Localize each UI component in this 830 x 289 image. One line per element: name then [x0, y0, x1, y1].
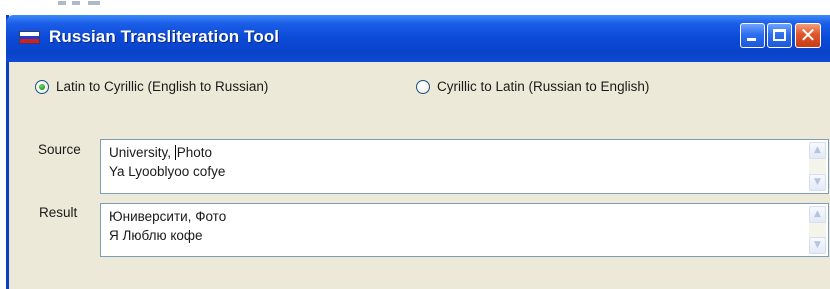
scroll-up-arrow-icon[interactable]: ▲: [809, 142, 826, 159]
result-line-2: Я Люблю кофе: [109, 228, 203, 243]
result-label: Result: [39, 205, 78, 220]
source-line-1: University, Photo: [109, 145, 212, 160]
scroll-up-arrow-icon[interactable]: ▲: [809, 206, 826, 223]
radio-button-unselected[interactable]: [416, 79, 430, 94]
minimize-icon: [747, 38, 756, 41]
radio-label-cyrillic-to-latin: Cyrillic to Latin (Russian to English): [437, 79, 650, 94]
source-line-1-before-caret: University,: [109, 145, 175, 160]
result-line-1: Юниверсити, Фото: [109, 209, 227, 224]
radio-button-selected[interactable]: [35, 79, 49, 94]
window-title: Russian Transliteration Tool: [49, 27, 280, 46]
scroll-down-arrow-icon[interactable]: ▼: [809, 237, 826, 254]
source-label: Source: [38, 142, 81, 157]
maximize-icon: [773, 29, 786, 41]
close-icon: ✕: [799, 23, 817, 47]
minimize-button[interactable]: [740, 23, 765, 48]
result-textarea[interactable]: Юниверсити, Фото Я Люблю кофе ▲ ▼: [100, 203, 829, 257]
scroll-down-arrow-icon[interactable]: ▼: [809, 174, 826, 191]
russian-flag-icon: [19, 31, 40, 44]
source-line-1-after-caret: Photo: [176, 145, 213, 160]
radio-label-latin-to-cyrillic: Latin to Cyrillic (English to Russian): [56, 79, 269, 94]
source-textarea[interactable]: University, Photo Ya Lyooblyoo cofye ▲ ▼: [100, 139, 829, 194]
radio-latin-to-cyrillic[interactable]: Latin to Cyrillic (English to Russian): [35, 79, 268, 94]
radio-cyrillic-to-latin[interactable]: Cyrillic to Latin (Russian to English): [416, 79, 649, 94]
source-scrollbar[interactable]: ▲ ▼: [809, 142, 826, 191]
cropped-background-text: [58, 1, 148, 5]
maximize-button[interactable]: [767, 23, 792, 48]
source-line-2: Ya Lyooblyoo cofye: [109, 164, 226, 179]
result-scrollbar[interactable]: ▲ ▼: [809, 206, 826, 254]
transliteration-window: Russian Transliteration Tool ✕ Latin to …: [6, 15, 830, 289]
text-caret: [174, 145, 176, 160]
screenshot-stage: Russian Transliteration Tool ✕ Latin to …: [0, 0, 830, 289]
radio-selected-dot: [39, 83, 45, 90]
close-button[interactable]: ✕: [795, 23, 821, 48]
desktop-background-strip: [0, 0, 830, 12]
title-bar[interactable]: Russian Transliteration Tool ✕: [6, 15, 830, 62]
